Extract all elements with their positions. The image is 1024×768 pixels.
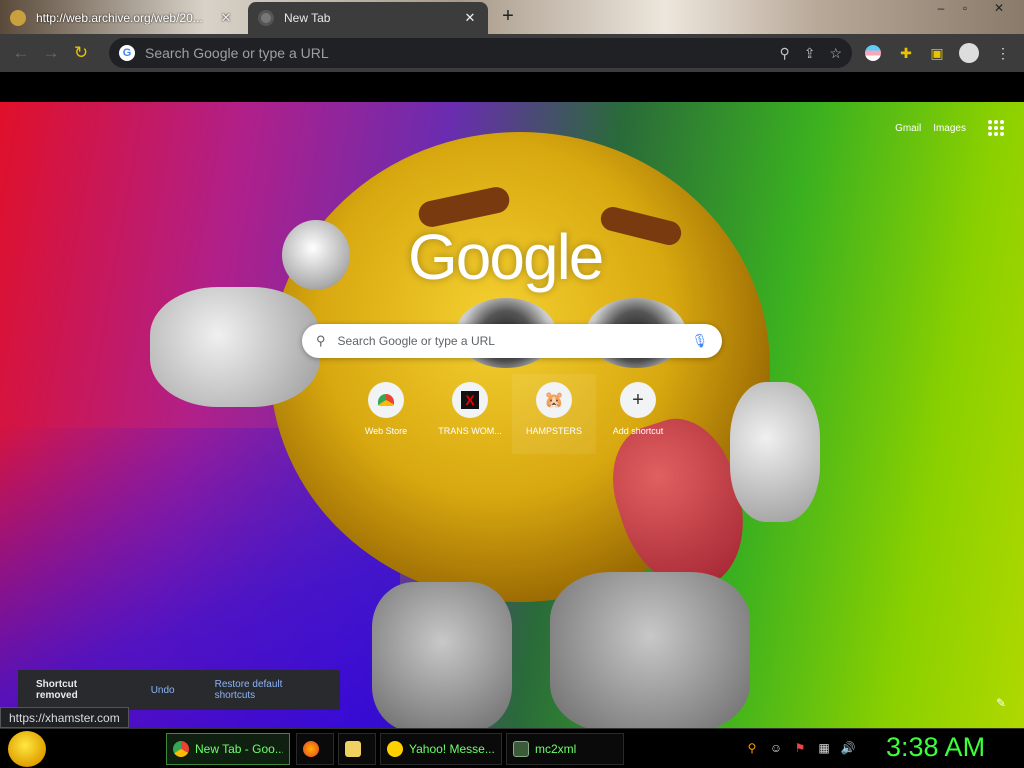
ntp-search-box[interactable]: ⚲ Search Google or type a URL 🎙 [302,324,722,358]
chrome-favicon-icon [258,10,274,26]
firefox-icon [303,741,319,757]
task-label: New Tab - Goo... [195,742,283,756]
zoom-icon[interactable]: ⚲ [779,45,789,62]
flag-extension-icon[interactable] [862,42,884,64]
toast-message: Shortcut removed [36,679,78,701]
close-icon[interactable]: ✕ [218,10,234,26]
shortcut-hampsters[interactable]: 🐹 HAMPSTERS [512,374,596,454]
forward-button[interactable]: → [36,38,66,68]
back-button[interactable]: ← [6,38,36,68]
shortcut-trans-wom[interactable]: X TRANS WOM... [428,382,512,454]
flag-tray-icon[interactable]: ⚑ [792,741,808,757]
omnibox-placeholder: Search Google or type a URL [145,45,329,61]
clock[interactable]: 3:38 AM [886,732,985,763]
maximize-icon[interactable]: ▫ [954,0,976,18]
plus-icon: + [620,382,656,418]
emoji-hand [730,382,820,522]
search-tray-icon[interactable]: ⚲ [744,741,760,757]
images-link[interactable]: Images [933,123,966,134]
tab-strip: http://web.archive.org/web/20... ✕ New T… [0,0,1024,34]
emoji-shoe [372,582,512,728]
start-button[interactable] [8,731,46,767]
toolbar: ← → ↻ G Search Google or type a URL ⚲ ⇪ … [0,34,1024,72]
microphone-icon[interactable]: 🎙 [691,333,708,349]
shortcut-label: Web Store [364,426,408,436]
taskbar: New Tab - Goo... Yahoo! Messe... mc2xml … [0,728,1024,768]
taskbar-item-chrome[interactable]: New Tab - Goo... [166,733,290,765]
tab-archive[interactable]: http://web.archive.org/web/20... ✕ [0,2,244,34]
volume-tray-icon[interactable]: 🔊 [840,741,856,757]
apps-grid-icon[interactable] [988,120,1004,136]
undo-button[interactable]: Undo [151,685,175,696]
shortcut-label: HAMPSTERS [525,426,582,436]
new-tab-button[interactable]: + [496,6,520,28]
shortcut-web-store[interactable]: Web Store [344,382,428,454]
minimize-icon[interactable]: ‒ [930,0,952,18]
folder-icon [345,741,361,757]
customize-pencil-icon[interactable]: ✎ [996,696,1006,710]
taskbar-item-yahoo[interactable]: Yahoo! Messe... [380,733,502,765]
bookmarks-bar [0,72,1024,102]
status-url-bubble: https://xhamster.com [0,707,129,728]
screen: http://web.archive.org/web/20... ✕ New T… [0,0,1024,768]
shortcut-add[interactable]: + Add shortcut [596,382,680,454]
ntp-search-placeholder: Search Google or type a URL [337,334,495,348]
puzzle-extensions-icon[interactable]: ✚ [895,42,917,64]
reload-button[interactable]: ↻ [66,38,96,68]
emoji-hand [150,287,320,407]
share-icon[interactable]: ⇪ [804,45,816,62]
task-label: mc2xml [535,742,577,756]
shortcut-removed-toast: Shortcut removed Undo Restore default sh… [18,670,340,710]
tab-new-tab[interactable]: New Tab ✕ [248,2,488,34]
close-icon[interactable]: ✕ [462,10,478,26]
close-window-icon[interactable]: ✕ [988,0,1010,18]
shortcut-label: Add shortcut [612,426,664,436]
tab-title: New Tab [284,11,331,25]
search-icon: ⚲ [316,333,326,348]
taskbar-item-mc2xml[interactable]: mc2xml [506,733,624,765]
side-panel-icon[interactable]: ▣ [926,42,948,64]
taskbar-item-folder[interactable] [338,733,376,765]
messenger-tray-icon[interactable]: ☺ [768,741,784,757]
x-icon: X [452,382,488,418]
emoji-shoe [550,572,750,728]
shortcut-label: TRANS WOM... [438,426,502,436]
yahoo-messenger-icon [387,741,403,757]
ntp-top-links: Gmail Images [895,120,1004,136]
new-tab-page: Gmail Images Google ⚲ Search Google or t… [0,102,1024,728]
hamster-icon: 🐹 [536,382,572,418]
omnibox[interactable]: G Search Google or type a URL ⚲ ⇪ ☆ [109,38,852,68]
gmail-link[interactable]: Gmail [895,123,921,134]
restore-defaults-button[interactable]: Restore default shortcuts [215,679,322,701]
task-label: Yahoo! Messe... [409,742,495,756]
network-tray-icon[interactable]: ▦ [816,741,832,757]
mc2xml-icon [513,741,529,757]
webstore-icon [368,382,404,418]
emoji-microphone [282,220,350,290]
bookmark-star-icon[interactable]: ☆ [829,45,842,62]
taskbar-item-firefox[interactable] [296,733,334,765]
tab-title: http://web.archive.org/web/20... [36,11,203,25]
profile-avatar[interactable] [958,42,980,64]
google-logo: Google [408,221,604,293]
chrome-icon [173,741,189,757]
archive-favicon-icon [10,10,26,26]
google-g-icon: G [119,45,135,61]
menu-kebab-icon[interactable]: ⋮ [992,42,1014,64]
